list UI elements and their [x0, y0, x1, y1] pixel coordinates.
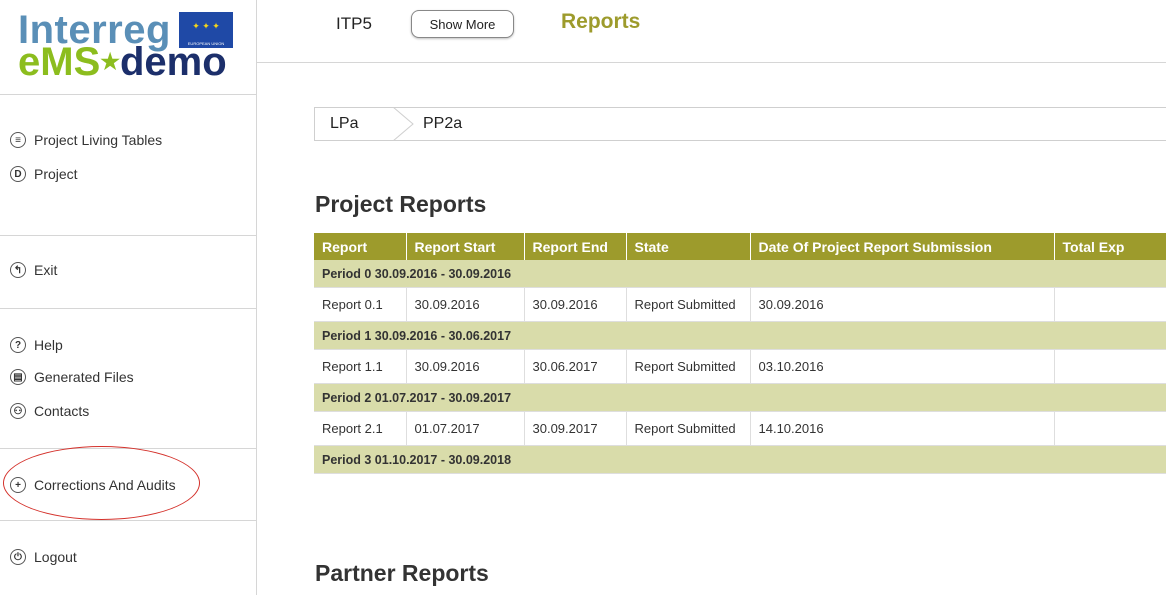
- column-header-report-end[interactable]: Report End: [524, 233, 627, 260]
- back-icon: ↰: [10, 262, 26, 278]
- power-icon: ⏻: [10, 549, 26, 565]
- cell-total-expenditure: [1054, 411, 1166, 446]
- cell-total-expenditure: [1054, 349, 1166, 384]
- cell-total-expenditure: [1054, 287, 1166, 322]
- sidebar-item-label: Contacts: [34, 403, 90, 419]
- cell-report-end: 30.09.2016: [524, 287, 627, 322]
- column-header-state[interactable]: State: [626, 233, 751, 260]
- cell-submission-date: 30.09.2016: [750, 287, 1055, 322]
- sidebar-divider: [0, 520, 256, 521]
- sidebar-item-generated-files[interactable]: ▤ Generated Files: [10, 366, 134, 388]
- column-header-report-start[interactable]: Report Start: [406, 233, 525, 260]
- column-header-total-expenditure[interactable]: Total Exp: [1054, 233, 1166, 260]
- cell-report[interactable]: Report 0.1: [314, 287, 407, 322]
- period-row: Period 0 30.09.2016 - 30.09.2016: [314, 260, 1166, 288]
- cell-report[interactable]: Report 2.1: [314, 411, 407, 446]
- logo-ems-demo-text: eMS★demo: [18, 40, 227, 84]
- table-icon: ≡: [10, 132, 26, 148]
- project-reports-heading: Project Reports: [315, 191, 487, 217]
- sidebar-item-label: Corrections And Audits: [34, 477, 176, 493]
- help-icon: ?: [10, 337, 26, 353]
- period-row: Period 3 01.10.2017 - 30.09.2018: [314, 445, 1166, 474]
- column-header-report[interactable]: Report: [314, 233, 407, 260]
- project-code: ITP5: [336, 14, 372, 33]
- period-label: Period 3 01.10.2017 - 30.09.2018: [314, 445, 1166, 474]
- show-more-button[interactable]: Show More: [411, 10, 514, 38]
- table-row[interactable]: Report 0.1 30.09.2016 30.09.2016 Report …: [314, 287, 1166, 322]
- cell-report-start: 30.09.2016: [406, 349, 525, 384]
- cell-state: Report Submitted: [626, 349, 751, 384]
- sidebar-divider: [0, 235, 256, 236]
- cell-submission-date: 03.10.2016: [750, 349, 1055, 384]
- sidebar-item-help[interactable]: ? Help: [10, 334, 63, 356]
- partner-reports-heading: Partner Reports: [315, 560, 489, 586]
- plus-icon: +: [10, 477, 26, 493]
- period-label: Period 1 30.09.2016 - 30.06.2017: [314, 321, 1166, 350]
- header-divider: [256, 62, 1166, 63]
- cell-report-end: 30.06.2017: [524, 349, 627, 384]
- page-title: Reports: [561, 10, 641, 33]
- breadcrumb: LPa PP2a: [314, 107, 1166, 141]
- period-label: Period 0 30.09.2016 - 30.09.2016: [314, 260, 1166, 288]
- table-row[interactable]: Report 2.1 01.07.2017 30.09.2017 Report …: [314, 411, 1166, 446]
- column-header-submission-date[interactable]: Date Of Project Report Submission: [750, 233, 1055, 260]
- sidebar-item-project-living-tables[interactable]: ≡ Project Living Tables: [10, 129, 162, 151]
- sidebar-divider: [0, 308, 256, 309]
- project-icon: D: [10, 166, 26, 182]
- contacts-icon: ⚇: [10, 403, 26, 419]
- sidebar-item-label: Exit: [34, 262, 58, 278]
- period-label: Period 2 01.07.2017 - 30.09.2017: [314, 383, 1166, 412]
- interreg-ems-logo: Interreg ✦ ✦ ✦ EUROPEAN UNION eMS★demo: [18, 6, 248, 86]
- sidebar-divider: [0, 448, 256, 449]
- cell-report-start: 01.07.2017: [406, 411, 525, 446]
- cell-report-end: 30.09.2017: [524, 411, 627, 446]
- table-header-row: Report Report Start Report End State Dat…: [314, 233, 1166, 260]
- sidebar-item-label: Project Living Tables: [34, 132, 163, 148]
- table-row[interactable]: Report 1.1 30.09.2016 30.06.2017 Report …: [314, 349, 1166, 384]
- cell-submission-date: 14.10.2016: [750, 411, 1055, 446]
- sidebar-item-contacts[interactable]: ⚇ Contacts: [10, 400, 89, 422]
- sidebar-item-label: Help: [34, 337, 63, 353]
- sidebar-item-label: Logout: [34, 549, 77, 565]
- cell-report-start: 30.09.2016: [406, 287, 525, 322]
- sidebar-item-label: Generated Files: [34, 369, 134, 385]
- header: ITP5 Show More Reports: [256, 0, 1166, 60]
- period-row: Period 1 30.09.2016 - 30.06.2017: [314, 321, 1166, 350]
- cell-report[interactable]: Report 1.1: [314, 349, 407, 384]
- cell-state: Report Submitted: [626, 287, 751, 322]
- project-reports-table: Report Report Start Report End State Dat…: [314, 233, 1166, 474]
- period-row: Period 2 01.07.2017 - 30.09.2017: [314, 383, 1166, 412]
- sidebar-item-project[interactable]: D Project: [10, 163, 78, 185]
- sidebar: Interreg ✦ ✦ ✦ EUROPEAN UNION eMS★demo ≡…: [0, 0, 257, 595]
- breadcrumb-separator-icon: [392, 107, 414, 141]
- files-icon: ▤: [10, 369, 26, 385]
- sidebar-divider: [0, 94, 256, 95]
- cell-state: Report Submitted: [626, 411, 751, 446]
- breadcrumb-item-lpa[interactable]: LPa: [330, 108, 358, 140]
- sidebar-item-label: Project: [34, 166, 78, 182]
- sidebar-item-exit[interactable]: ↰ Exit: [10, 259, 57, 281]
- sidebar-item-corrections-and-audits[interactable]: + Corrections And Audits: [10, 474, 176, 496]
- sidebar-item-logout[interactable]: ⏻ Logout: [10, 546, 77, 568]
- breadcrumb-item-pp2a[interactable]: PP2a: [423, 108, 462, 140]
